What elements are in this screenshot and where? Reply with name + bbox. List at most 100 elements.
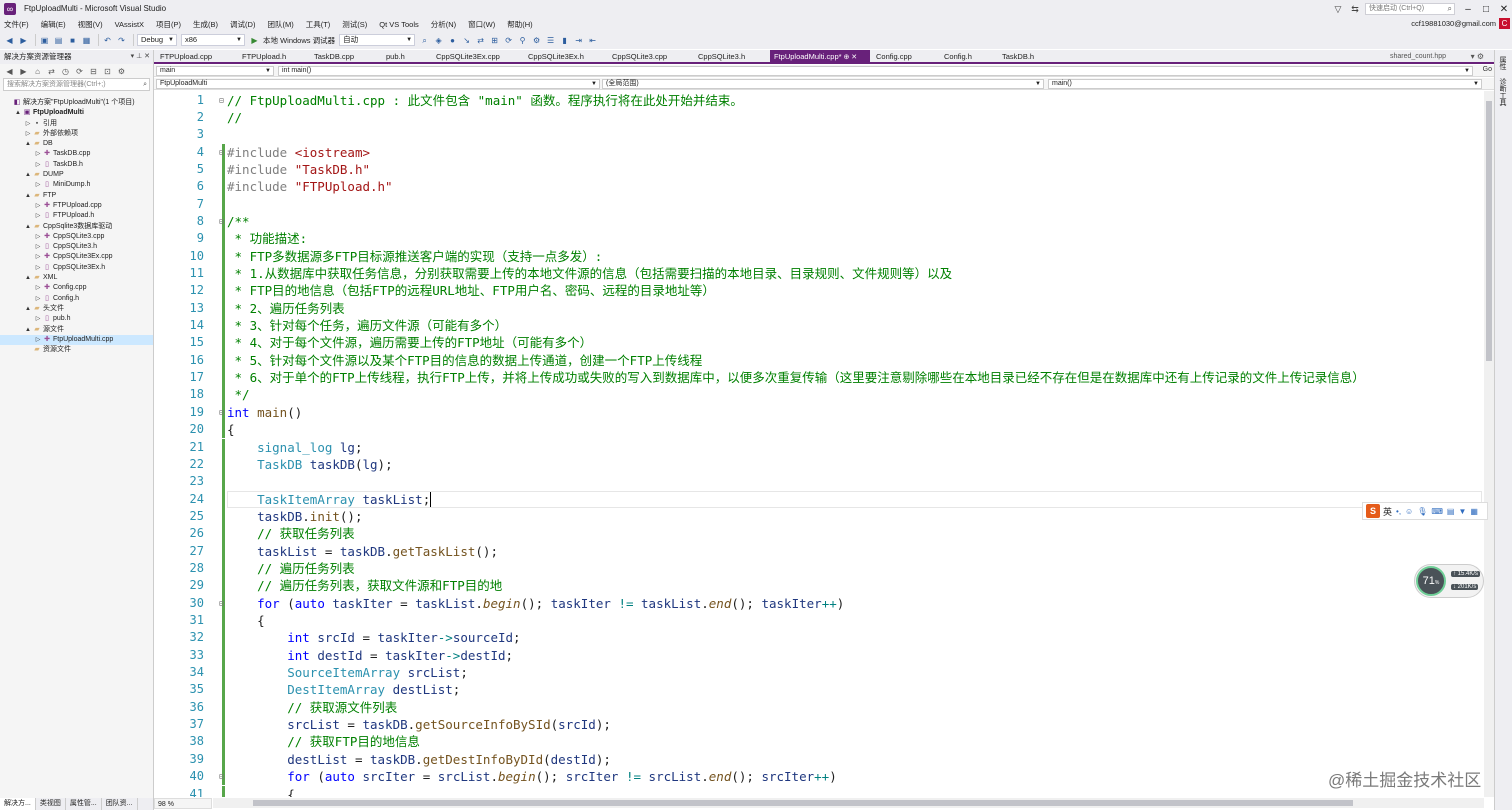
global-scope-select[interactable]: (全局范围) ▼: [602, 79, 1044, 89]
fold-toggle-icon[interactable]: ⊟: [219, 144, 224, 161]
code-line[interactable]: 20 {: [154, 421, 1484, 439]
code-line[interactable]: 5 #include "TaskDB.h": [154, 160, 1484, 179]
expander-icon[interactable]: ▷: [34, 242, 42, 252]
tree-item[interactable]: ▷ ▯ TaskDB.h: [0, 160, 153, 170]
tree-item[interactable]: ▲ ▣ FtpUploadMulti: [0, 108, 153, 118]
filter-icon[interactable]: ▽: [1331, 2, 1345, 16]
tree-item[interactable]: ▷ ▯ MiniDump.h: [0, 180, 153, 190]
menu-item[interactable]: 工具(T): [306, 19, 331, 30]
find-icon[interactable]: ⌕: [419, 35, 430, 46]
expander-icon[interactable]: ▷: [34, 263, 42, 273]
expander-icon[interactable]: ▷: [24, 119, 32, 129]
menu-item[interactable]: Qt VS Tools: [379, 20, 418, 29]
code-line[interactable]: 14 * 3、针对每个任务，遍历文件源（可能有多个）: [154, 317, 1484, 335]
code-line[interactable]: 7: [154, 195, 1484, 213]
platform-select[interactable]: x86 ▼: [181, 34, 245, 46]
horizontal-scrollbar-thumb[interactable]: [253, 800, 1353, 806]
new-project-icon[interactable]: ▣: [39, 35, 50, 46]
expander-icon[interactable]: ▷: [34, 149, 42, 159]
tree-item[interactable]: ▷ ✚ TaskDB.cpp: [0, 149, 153, 159]
code-line[interactable]: 12 * FTP目的地信息（包括FTP的远程URL地址、FTP用户名、密码、远程…: [154, 282, 1484, 300]
tree-item[interactable]: ▲ ▰ DB: [0, 139, 153, 149]
back-icon[interactable]: ◀: [4, 35, 15, 46]
expander-icon[interactable]: ▷: [34, 314, 42, 324]
menu-item[interactable]: 生成(B): [193, 19, 218, 30]
code-line[interactable]: 17 * 6、对于单个的FTP上传线程，执行FTP上传，并将上传成功或失败的写入…: [154, 369, 1484, 387]
code-line[interactable]: 23: [154, 473, 1484, 491]
expander-icon[interactable]: ▷: [34, 211, 42, 221]
code-line[interactable]: 27 taskList = taskDB.getTaskList();: [154, 542, 1484, 560]
expander-icon[interactable]: ▲: [24, 304, 32, 314]
tab-shared-count[interactable]: shared_count.hpp: [1390, 50, 1446, 64]
expander-icon[interactable]: ▷: [34, 232, 42, 242]
code-line[interactable]: 41 {: [154, 785, 1484, 797]
code-line[interactable]: 40 ⊟ for (auto srcIter = srcList.begin();…: [154, 768, 1484, 786]
tree-item[interactable]: ▲ ▰ 源文件: [0, 325, 153, 335]
menu-item[interactable]: 分析(N): [431, 19, 456, 30]
menu-item[interactable]: 调试(D): [230, 19, 255, 30]
document-tab[interactable]: FtpUploadMulti.cpp* ⊕ ✕: [770, 50, 870, 64]
expander-icon[interactable]: ▷: [34, 335, 42, 345]
punctuation-icon[interactable]: •,: [1396, 507, 1401, 516]
code-line[interactable]: 31 {: [154, 612, 1484, 630]
code-line[interactable]: 29 // 遍历任务列表，获取文件源和FTP目的地: [154, 577, 1484, 595]
tree-item[interactable]: ▷ ▯ CppSQLite3.h: [0, 242, 153, 252]
feedback-icon[interactable]: ⇆: [1348, 2, 1362, 16]
code-line[interactable]: 6 #include "FTPUpload.h": [154, 178, 1484, 196]
code-line[interactable]: 21 signal_log lg;: [154, 438, 1484, 456]
expander-icon[interactable]: ▷: [34, 180, 42, 190]
tree-item[interactable]: ▷ ✚ Config.cpp: [0, 283, 153, 293]
vertical-scrollbar-thumb[interactable]: [1486, 101, 1492, 361]
comment-icon[interactable]: ☰: [545, 35, 556, 46]
code-editor[interactable]: 1 ⊟// FtpUploadMulti.cpp : 此文件包含 "main" 函…: [154, 91, 1484, 797]
document-tab[interactable]: TaskDB.h: [998, 50, 1060, 64]
expander-icon[interactable]: ▷: [24, 129, 32, 139]
code-line[interactable]: 39 destList = taskDB.getDestInfoByDId(de…: [154, 750, 1484, 769]
bottom-tab[interactable]: 团队资...: [102, 798, 138, 810]
tree-item[interactable]: ▰ 资源文件: [0, 345, 153, 355]
refresh-icon[interactable]: ⟳: [74, 66, 85, 77]
document-tab[interactable]: CppSQLite3Ex.h: [524, 50, 606, 64]
expander-icon[interactable]: ▷: [34, 294, 42, 304]
toolbox-icon[interactable]: ▦: [1470, 507, 1478, 516]
pending-changes-icon[interactable]: ◷: [60, 66, 71, 77]
undo-icon[interactable]: ↶: [102, 35, 113, 46]
code-line[interactable]: 2 //: [154, 109, 1484, 126]
close-button[interactable]: ✕: [1496, 4, 1512, 15]
tree-item[interactable]: ▷ ✚ FtpUploadMulti.cpp: [0, 334, 153, 346]
save-all-icon[interactable]: ▦: [81, 35, 92, 46]
scope-select[interactable]: main ▼: [156, 66, 274, 76]
zoom-level[interactable]: 98 %: [154, 798, 212, 809]
document-tab[interactable]: TaskDB.cpp: [310, 50, 380, 64]
bottom-tab[interactable]: 属性管...: [66, 798, 102, 810]
expander-icon[interactable]: ▲: [24, 170, 32, 180]
code-line[interactable]: 38 // 获取FTP目的地信息: [154, 733, 1484, 751]
tree-item[interactable]: ▷ ✚ CppSQLite3Ex.cpp: [0, 252, 153, 262]
fold-toggle-icon[interactable]: ⊟: [219, 92, 224, 109]
code-line[interactable]: 8 ⊟/**: [154, 212, 1484, 231]
save-icon[interactable]: ■: [67, 35, 78, 46]
code-line[interactable]: 25 taskDB.init();: [154, 507, 1484, 526]
shirt-icon[interactable]: ▼: [1458, 507, 1466, 516]
network-speed-widget[interactable]: 71% ↑ 15.4K/s ↓ 201K/s: [1414, 564, 1484, 598]
project-select[interactable]: FtpUploadMulti ▼: [156, 79, 600, 89]
collapse-all-icon[interactable]: ⊟: [88, 66, 99, 77]
bookmark-icon[interactable]: ▮: [559, 35, 570, 46]
auto-select[interactable]: 自动 ▼: [339, 34, 416, 46]
tree-item[interactable]: ▲ ▰ XML: [0, 273, 153, 283]
settings-icon[interactable]: ⚙: [531, 35, 542, 46]
refresh-icon[interactable]: ⟳: [503, 35, 514, 46]
code-line[interactable]: 13 * 2、遍历任务列表: [154, 299, 1484, 318]
link-icon[interactable]: ⚲: [517, 35, 528, 46]
tree-item[interactable]: ▷ ▯ FTPUpload.h: [0, 211, 153, 221]
tree-item[interactable]: ▲ ▰ CppSqlite3数据库驱动: [0, 222, 153, 232]
skin-icon[interactable]: ▤: [1447, 507, 1455, 516]
code-line[interactable]: 15 * 4、对于每个文件源，遍历需要上传的FTP地址（可能有多个）: [154, 334, 1484, 352]
code-line[interactable]: 22 TaskDB taskDB(lg);: [154, 455, 1484, 474]
tree-item[interactable]: ◧ 解决方案"FtpUploadMulti"(1 个项目): [0, 98, 153, 108]
indent-icon[interactable]: ⇥: [573, 35, 584, 46]
code-line[interactable]: 34 SourceItemArray srcList;: [154, 664, 1484, 682]
document-tab[interactable]: CppSQLite3Ex.cpp: [432, 50, 522, 64]
properties-icon[interactable]: ⚙: [116, 66, 127, 77]
menu-item[interactable]: VAssistX: [115, 20, 144, 29]
